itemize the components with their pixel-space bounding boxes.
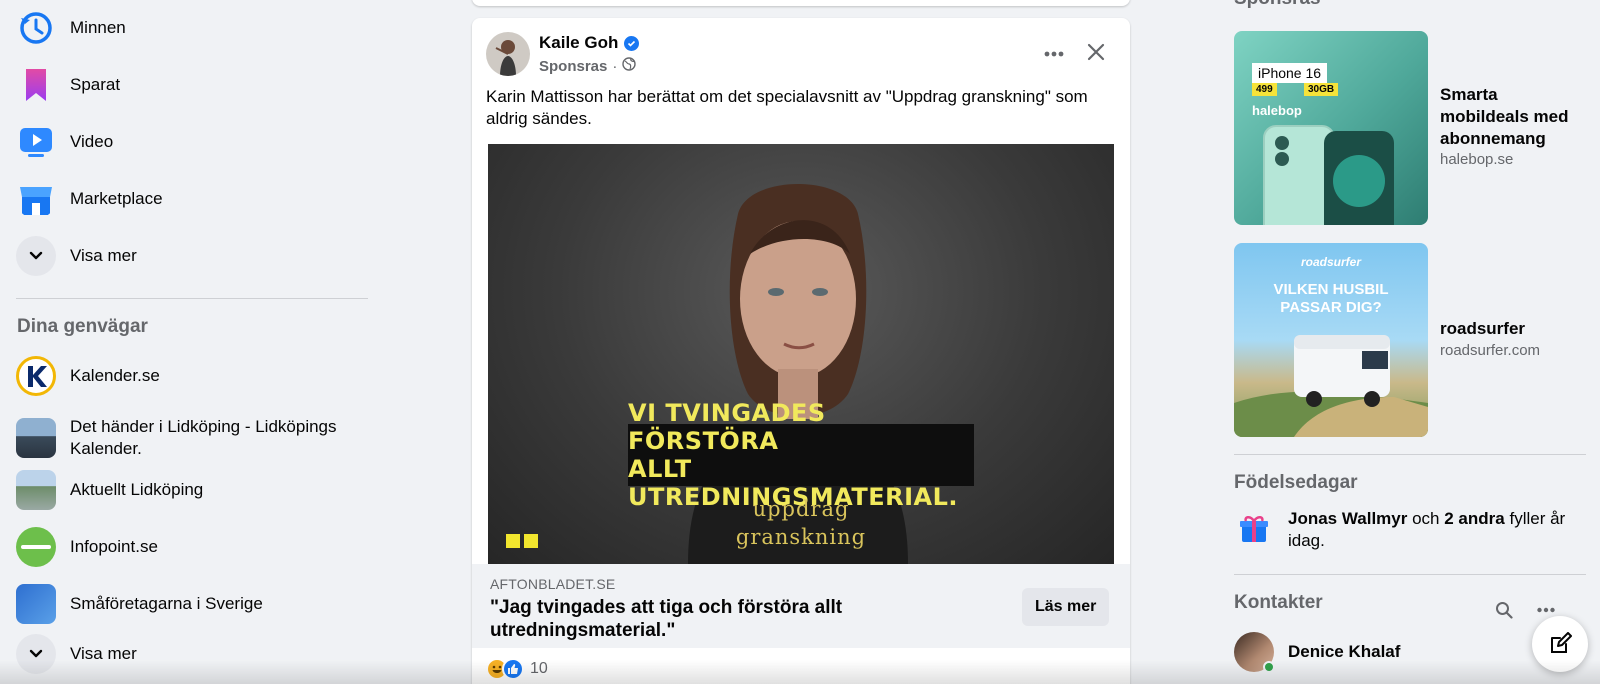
shortcuts-title: Dina genvägar	[17, 316, 148, 337]
right-sidebar: Sponsras iPhone 16 499 30GB halebop Smar…	[1226, 0, 1600, 684]
shortcut-infopoint[interactable]: Infopoint.se	[16, 519, 368, 575]
post-meta: Sponsras ·	[539, 57, 637, 75]
like-reaction-icon	[502, 658, 524, 680]
hide-post-button[interactable]	[1078, 34, 1114, 70]
link-title[interactable]: "Jag tvingades att tiga och förstöra all…	[490, 596, 910, 642]
left-sidebar: Minnen Sparat Video Marketplace Visa mer…	[0, 0, 380, 684]
birthday-text: Jonas Wallmyr och 2 andra fyller år idag…	[1288, 508, 1588, 552]
reaction-summary[interactable]: 10	[486, 658, 548, 680]
compose-icon	[1551, 632, 1572, 653]
shortcut-label: Aktuellt Lidköping	[70, 480, 204, 499]
sidebar-item-minnen[interactable]: Minnen	[16, 0, 368, 56]
link-domain: AFTONBLADET.SE	[490, 576, 616, 592]
contact-search-button[interactable]	[1486, 592, 1522, 628]
birthday-and: och	[1412, 509, 1440, 528]
sidebar-item-label: Marketplace	[70, 189, 163, 208]
author-avatar[interactable]	[486, 32, 530, 76]
ad-title[interactable]: roadsurfer	[1440, 318, 1590, 340]
post-options-button[interactable]	[1036, 36, 1072, 72]
post-author[interactable]: Kaile Goh	[539, 33, 640, 53]
globe-icon	[622, 57, 637, 75]
birthday-notice[interactable]: Jonas Wallmyr och 2 andra fyller år idag…	[1234, 508, 1588, 552]
shortcut-smaforetagarna[interactable]: Småföretagarna i Sverige	[16, 576, 368, 632]
shortcut-kalender[interactable]: Kalender.se	[16, 348, 368, 404]
video-icon	[16, 122, 56, 162]
ad-domain: roadsurfer.com	[1440, 342, 1541, 359]
close-icon	[1087, 43, 1105, 61]
author-name[interactable]: Kaile Goh	[539, 33, 618, 53]
shortcut-label: Kalender.se	[70, 366, 160, 385]
shortcut-label: Infopoint.se	[70, 537, 158, 556]
contacts-title: Kontakter	[1234, 592, 1323, 613]
online-status-icon	[1263, 661, 1275, 673]
previous-post-card	[472, 0, 1130, 6]
kalender-logo-icon	[16, 356, 56, 396]
verified-badge-icon	[624, 35, 640, 51]
post-text: Karin Mattisson har berättat om det spec…	[486, 87, 1088, 128]
more-icon	[1537, 607, 1555, 613]
sidebar-item-label: Visa mer	[70, 246, 137, 265]
image-brand-line: granskning	[735, 525, 867, 549]
reaction-count: 10	[530, 660, 548, 677]
shortcut-label: Småföretagarna i Sverige	[70, 594, 263, 613]
shortcuts-visa-mer[interactable]: Visa mer	[16, 626, 368, 682]
read-more-button[interactable]: Läs mer	[1022, 588, 1110, 626]
sidebar-item-label: Sparat	[70, 75, 121, 94]
shortcut-aktuellt-lidkoping[interactable]: Aktuellt Lidköping	[16, 462, 368, 518]
birthday-name[interactable]: Jonas Wallmyr	[1288, 509, 1407, 528]
post-image[interactable]: VI TVINGADES FÖRSTÖRA ALLT UTREDNINGSMAT…	[488, 144, 1114, 564]
right-divider	[1234, 454, 1586, 455]
shortcut-label: Det händer i Lidköping - Lidköpings Kale…	[70, 417, 337, 458]
chevron-down-icon	[16, 236, 56, 276]
sidebar-item-label: Video	[70, 132, 114, 151]
ad-domain: halebop.se	[1440, 151, 1514, 168]
chevron-down-icon	[16, 634, 56, 674]
birthdays-title: Födelsedagar	[1234, 472, 1358, 493]
brand-square-icon	[524, 534, 538, 548]
image-brand-line: uppdrag	[752, 497, 850, 521]
right-divider	[1234, 574, 1586, 575]
sponsored-section-title: Sponsras	[1234, 0, 1321, 10]
caption-line: VI TVINGADES FÖRSTÖRA	[628, 399, 826, 455]
contact-name: Denice Khalaf	[1288, 642, 1401, 661]
van-illustration	[1234, 335, 1428, 437]
sidebar-item-sparat[interactable]: Sparat	[16, 57, 368, 113]
ad-image-halebop[interactable]: iPhone 16 499 30GB halebop	[1234, 31, 1428, 225]
meta-separator: ·	[612, 57, 618, 75]
sidebar-item-label: Visa mer	[70, 644, 137, 663]
shortcut-thumbnail	[16, 418, 56, 458]
shortcut-thumbnail	[16, 470, 56, 510]
shop-icon	[16, 179, 56, 219]
ad-title[interactable]: Smarta mobildeals med abonnemang	[1440, 84, 1590, 150]
contact-avatar	[1234, 632, 1275, 673]
image-caption: VI TVINGADES FÖRSTÖRA ALLT UTREDNINGSMAT…	[628, 399, 974, 511]
clock-icon	[16, 8, 56, 48]
sidebar-visa-mer[interactable]: Visa mer	[16, 228, 368, 284]
search-icon	[1496, 602, 1513, 619]
infopoint-logo-icon	[16, 527, 56, 567]
sidebar-item-video[interactable]: Video	[16, 114, 368, 170]
phone-illustration	[1263, 125, 1394, 225]
bookmark-icon	[16, 65, 56, 105]
sidebar-divider	[16, 298, 368, 299]
sponsored-post: Kaile Goh Sponsras · Karin Mattisson har…	[472, 18, 1130, 684]
gift-icon	[1234, 508, 1274, 548]
ad-image-roadsurfer[interactable]: roadsurfer VILKEN HUSBIL PASSAR DIG?	[1234, 243, 1428, 437]
sidebar-item-label: Minnen	[70, 18, 126, 37]
shortcut-thumbnail	[16, 584, 56, 624]
contact-item[interactable]: Denice Khalaf	[1234, 632, 1401, 673]
sponsored-label[interactable]: Sponsras	[539, 58, 607, 75]
brand-square-icon	[506, 534, 520, 548]
new-message-button[interactable]	[1532, 616, 1588, 672]
link-preview[interactable]: AFTONBLADET.SE "Jag tvingades att tiga o…	[472, 564, 1130, 648]
birthday-others[interactable]: 2 andra	[1444, 509, 1504, 528]
sidebar-item-marketplace[interactable]: Marketplace	[16, 171, 368, 227]
